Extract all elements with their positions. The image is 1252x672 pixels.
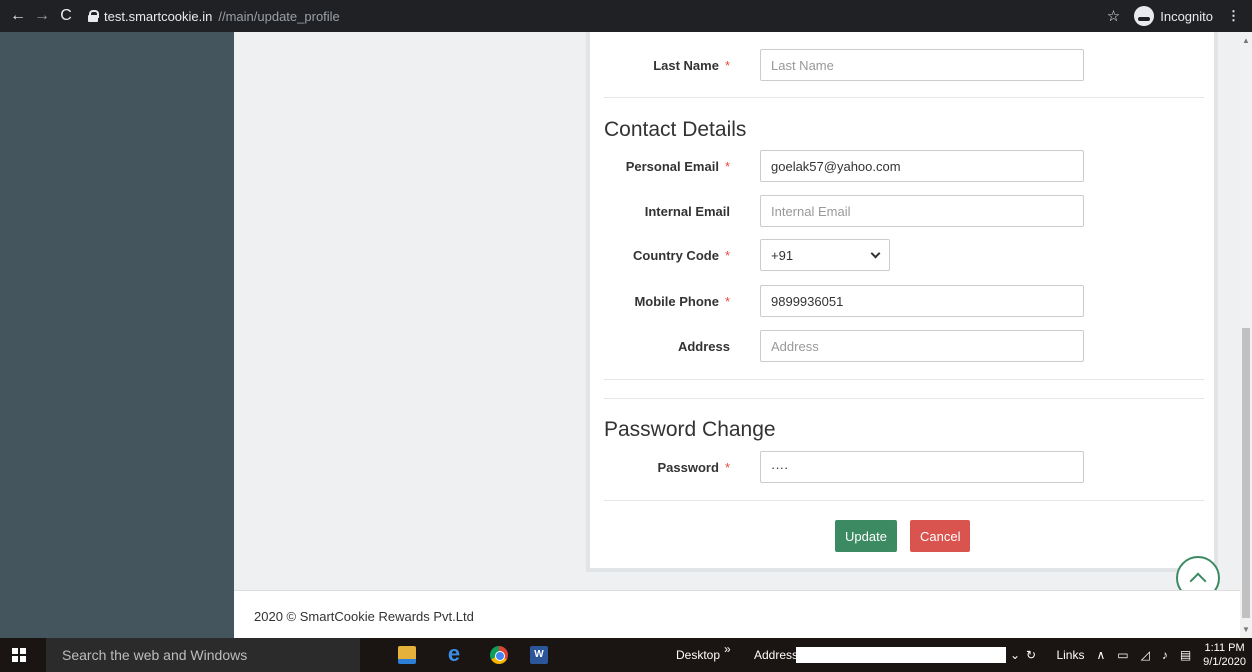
password-label: Password * [657, 459, 730, 475]
divider [604, 398, 1204, 399]
notifications-icon[interactable]: ▤ [1180, 648, 1191, 662]
address-bar[interactable]: test.smartcookie.in //main/update_profile [88, 9, 340, 24]
url-path: //main/update_profile [218, 8, 340, 24]
footer-copyright: 2020 © SmartCookie Rewards Pvt.Ltd [254, 609, 474, 624]
chrome-browser-icon[interactable] [490, 646, 508, 664]
personal-email-row: Personal Email * goelak57@yahoo.com [590, 149, 1214, 183]
password-input[interactable]: ···· [760, 451, 1084, 483]
links-toolbar-label[interactable]: Links [1056, 648, 1084, 662]
internal-email-label: Internal Email [644, 203, 730, 219]
word-app-icon[interactable]: W [530, 646, 548, 664]
menu-dots-icon[interactable]: ⋮ [1227, 8, 1240, 24]
contact-details-title: Contact Details [604, 118, 747, 141]
address-row: Address Address [590, 329, 1214, 363]
system-tray: Links ∧ ▭ ◿ ♪ ▤ 1:11 PM 9/1/2020 [1056, 638, 1246, 672]
taskbar-address-input[interactable] [796, 647, 1006, 663]
lock-icon [88, 10, 99, 22]
last-name-input[interactable]: Last Name [760, 49, 1084, 81]
windows-start-icon[interactable] [12, 648, 26, 662]
internal-email-input[interactable]: Internal Email [760, 195, 1084, 227]
star-icon[interactable]: ☆ [1107, 7, 1120, 25]
forward-arrow-icon[interactable]: → [30, 4, 54, 28]
browser-toolbar: ← → C test.smartcookie.in //main/update_p… [0, 0, 1252, 32]
address-input[interactable]: Address [760, 330, 1084, 362]
update-button[interactable]: Update [835, 520, 897, 552]
file-explorer-icon[interactable] [398, 646, 416, 664]
internal-email-row: Internal Email Internal Email [590, 194, 1214, 228]
address-toolbar-label: Address [754, 648, 799, 662]
back-arrow-icon[interactable]: ← [6, 4, 30, 28]
volume-icon[interactable]: ♪ [1162, 648, 1168, 662]
url-host: test.smartcookie.in [104, 8, 213, 24]
toolbar-chevron[interactable]: » [724, 642, 731, 656]
desktop-toolbar-label[interactable]: Desktop [676, 648, 720, 662]
country-code-row: Country Code * +91 [590, 238, 1214, 272]
divider [604, 500, 1204, 501]
clock-date: 9/1/2020 [1203, 656, 1246, 668]
divider [604, 97, 1204, 98]
address-dropdown-icon[interactable]: ⌄ [1010, 648, 1020, 662]
address-label: Address [677, 338, 730, 354]
cancel-button[interactable]: Cancel [910, 520, 971, 552]
edge-browser-icon[interactable]: e [444, 643, 464, 665]
scrollbar-thumb[interactable] [1242, 328, 1250, 618]
tray-expand-icon[interactable]: ∧ [1096, 648, 1105, 662]
country-code-select[interactable]: +91 [760, 239, 890, 271]
chevron-down-icon [870, 248, 881, 258]
chevron-up-icon [1189, 572, 1207, 590]
incognito-label: Incognito [1160, 8, 1213, 24]
scroll-up-icon[interactable]: ▲ [1242, 36, 1250, 45]
windows-taskbar: Search the web and Windows e W Desktop »… [0, 638, 1252, 672]
country-code-label: Country Code * [632, 247, 730, 263]
country-code-value: +91 [771, 247, 794, 263]
page-scrollbar[interactable]: ▲ ▼ [1240, 32, 1252, 638]
profile-form-card: Last Name * Last Name Contact Details Per… [586, 32, 1218, 572]
last-name-label: Last Name * [653, 57, 730, 73]
clock-time: 1:11 PM [1204, 642, 1245, 654]
personal-email-input[interactable]: goelak57@yahoo.com [760, 150, 1084, 182]
sidebar [0, 32, 234, 638]
mobile-phone-row: Mobile Phone * 9899936051 [590, 284, 1214, 318]
mobile-phone-label: Mobile Phone * [634, 293, 730, 309]
incognito-indicator[interactable]: Incognito [1134, 6, 1213, 26]
battery-icon[interactable]: ▭ [1117, 648, 1128, 662]
wifi-icon[interactable]: ◿ [1141, 648, 1150, 662]
scroll-down-icon[interactable]: ▼ [1242, 625, 1250, 634]
last-name-row: Last Name * Last Name [590, 48, 1214, 82]
footer: 2020 © SmartCookie Rewards Pvt.Ltd [234, 590, 1240, 638]
password-row: Password * ···· [590, 450, 1214, 484]
reload-icon[interactable]: C [54, 4, 78, 28]
taskbar-clock[interactable]: 1:11 PM 9/1/2020 [1203, 641, 1246, 669]
incognito-icon [1134, 6, 1155, 26]
divider [604, 379, 1204, 380]
taskbar-search[interactable]: Search the web and Windows [46, 638, 360, 672]
password-change-title: Password Change [604, 418, 776, 441]
personal-email-label: Personal Email * [625, 158, 730, 174]
refresh-icon[interactable]: ↻ [1026, 648, 1036, 662]
mobile-phone-input[interactable]: 9899936051 [760, 285, 1084, 317]
